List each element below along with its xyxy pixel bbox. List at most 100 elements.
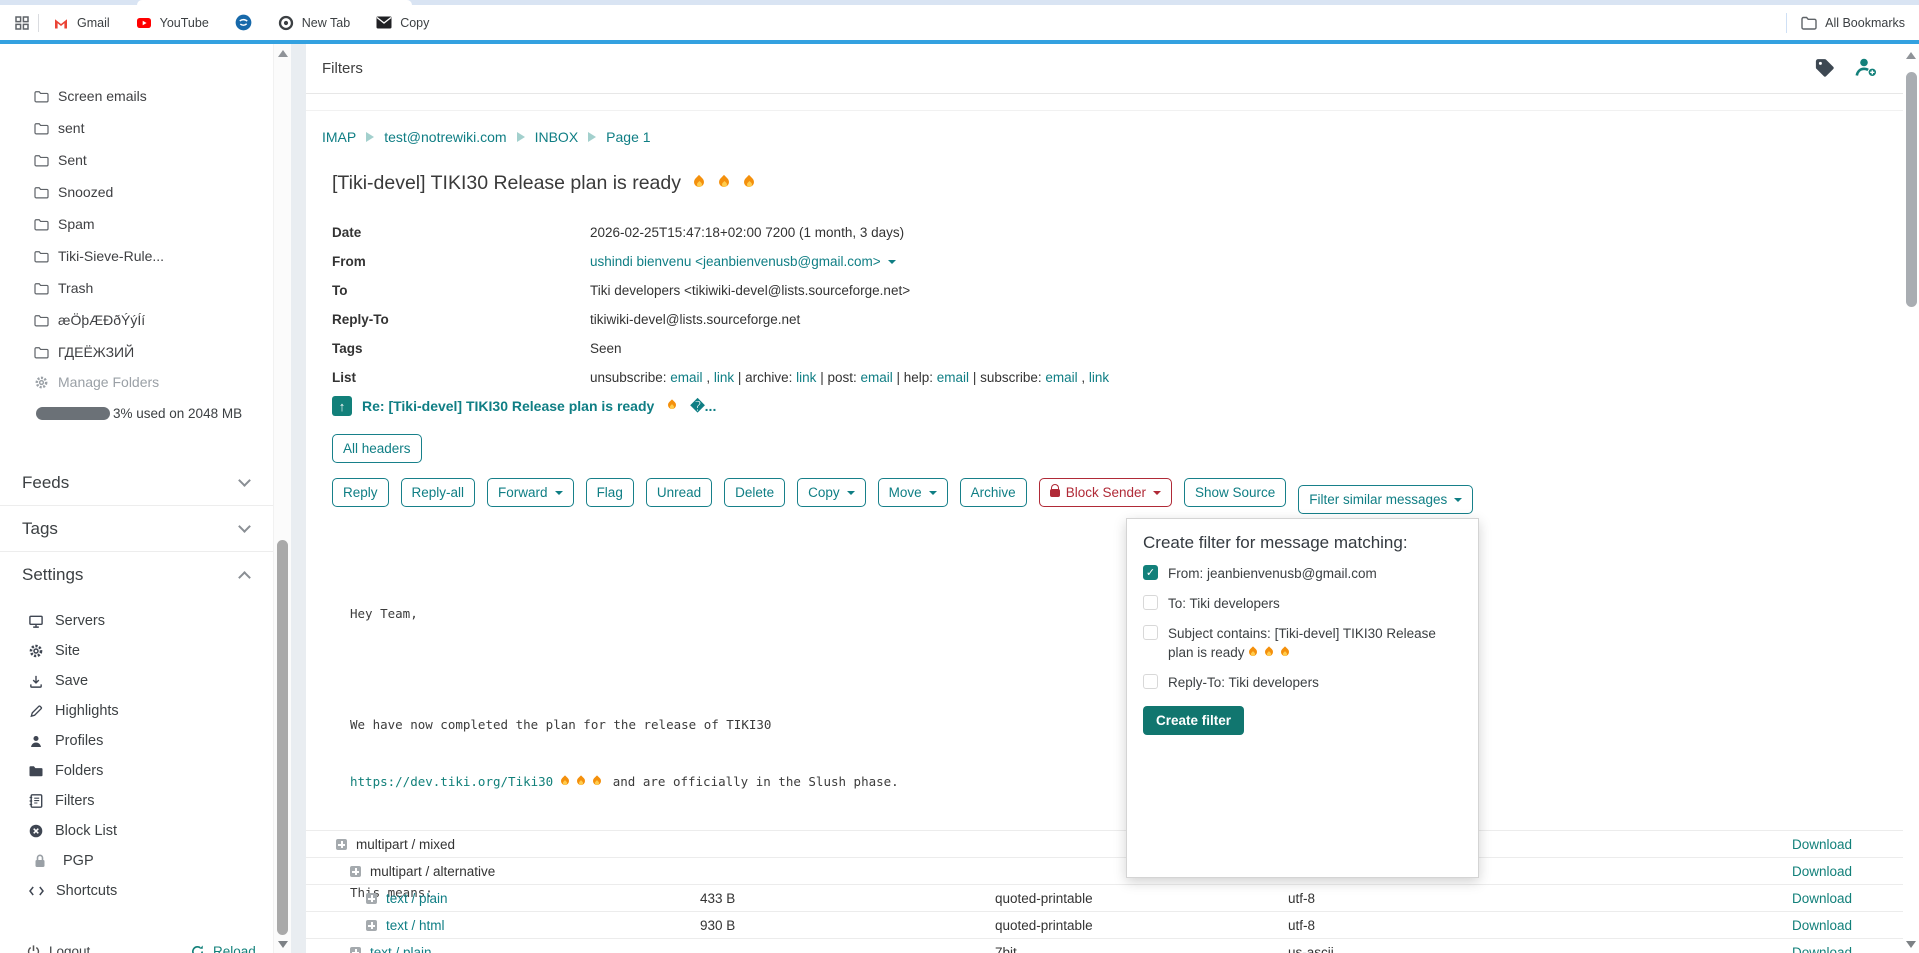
bookmark-new-tab[interactable]: New Tab [278, 15, 350, 31]
scroll-up-arrow[interactable] [1906, 52, 1916, 59]
filter-option-subject[interactable]: Subject contains: [Tiki-devel] TIKI30 Re… [1143, 624, 1462, 662]
reply-button[interactable]: Reply [332, 478, 389, 507]
sidebar-scrollbar-thumb[interactable] [277, 540, 288, 935]
sidebar-folder-trash[interactable]: Trash [34, 272, 93, 304]
logout-button[interactable]: Logout [26, 938, 90, 953]
main-scrollbar[interactable] [1903, 44, 1919, 953]
settings-item-profiles[interactable]: Profiles [28, 726, 103, 756]
tag-icon[interactable] [1814, 57, 1836, 79]
power-icon [26, 944, 41, 953]
apps-grid-icon[interactable] [14, 15, 30, 31]
tiki-release-link[interactable]: https://dev.tiki.org/Tiki30 [350, 772, 553, 791]
checkbox-unchecked[interactable] [1143, 595, 1158, 610]
expand-icon[interactable] [350, 947, 361, 953]
settings-item-filters[interactable]: Filters [28, 786, 94, 816]
sidebar-folder-snoozed[interactable]: Snoozed [34, 176, 113, 208]
archive-button[interactable]: Archive [960, 478, 1027, 507]
delete-button[interactable]: Delete [724, 478, 785, 507]
block-sender-button[interactable]: Block Sender [1039, 478, 1172, 507]
fire-icon [667, 400, 677, 412]
move-button[interactable]: Move [878, 478, 948, 507]
list-subscribe-email-link[interactable]: email [1045, 370, 1077, 385]
part-name: multipart / mixed [356, 837, 455, 852]
breadcrumb-inbox[interactable]: INBOX [535, 129, 579, 145]
sidebar-folder-icelandic[interactable]: æÖþÆÐðÝýÍí [34, 304, 145, 336]
settings-item-shortcuts[interactable]: Shortcuts [28, 876, 117, 906]
settings-item-save[interactable]: Save [28, 666, 88, 696]
button-label: Block Sender [1066, 485, 1146, 500]
bookmark-youtube[interactable]: YouTube [136, 15, 209, 31]
sidebar-folder-sent[interactable]: Sent [34, 144, 87, 176]
list-unsubscribe-link[interactable]: link [714, 370, 734, 385]
from-address-link[interactable]: ushindi bienvenu <jeanbienvenusb@gmail.c… [590, 254, 881, 269]
checkbox-unchecked[interactable] [1143, 625, 1158, 640]
part-name-link[interactable]: text / plain [370, 945, 432, 953]
show-source-button[interactable]: Show Source [1184, 478, 1286, 507]
list-unsubscribe-email-link[interactable]: email [670, 370, 702, 385]
expand-icon[interactable] [350, 866, 361, 877]
bookmark-tiki[interactable] [235, 14, 252, 31]
section-feeds[interactable]: Feeds [0, 460, 273, 506]
main-scrollbar-thumb[interactable] [1906, 72, 1917, 307]
sidebar-folder-sent-lower[interactable]: sent [34, 112, 84, 144]
download-link[interactable]: Download [1792, 831, 1852, 858]
caret-down-icon[interactable] [888, 260, 896, 264]
flag-button[interactable]: Flag [586, 478, 634, 507]
section-tags[interactable]: Tags [0, 506, 273, 552]
settings-item-site[interactable]: Site [28, 636, 80, 666]
sidebar-folder-tiki-sieve[interactable]: Tiki-Sieve-Rule... [34, 240, 164, 272]
download-link[interactable]: Download [1792, 885, 1852, 912]
list-help-email-link[interactable]: email [937, 370, 969, 385]
list-post-email-link[interactable]: email [860, 370, 892, 385]
header-value: Tiki developers <tikiwiki-devel@lists.so… [590, 283, 910, 298]
sidebar-folder-screen-emails[interactable]: Screen emails [34, 80, 147, 112]
reply-all-button[interactable]: Reply-all [401, 478, 476, 507]
filter-option-from[interactable]: ✓ From: jeanbienvenusb@gmail.com [1143, 564, 1462, 583]
bookmark-gmail[interactable]: Gmail [53, 15, 110, 31]
sidebar-scrollbar[interactable] [273, 44, 291, 953]
scroll-down-arrow[interactable] [278, 941, 288, 948]
settings-item-pgp[interactable]: PGP [32, 846, 94, 876]
create-filter-button[interactable]: Create filter [1143, 706, 1244, 735]
settings-item-servers[interactable]: Servers [28, 606, 105, 636]
download-link[interactable]: Download [1792, 912, 1852, 939]
folder-label: Tiki-Sieve-Rule... [58, 248, 164, 264]
settings-item-highlights[interactable]: Highlights [28, 696, 119, 726]
list-subscribe-link[interactable]: link [1089, 370, 1109, 385]
settings-item-block-list[interactable]: Block List [28, 816, 117, 846]
breadcrumb-imap[interactable]: IMAP [322, 129, 356, 145]
all-bookmarks-button[interactable]: All Bookmarks [1801, 16, 1905, 30]
reload-button[interactable]: Reload [190, 938, 256, 953]
filter-option-reply-to[interactable]: Reply-To: Tiki developers [1143, 673, 1462, 692]
scroll-down-arrow[interactable] [1906, 941, 1916, 948]
checkbox-unchecked[interactable] [1143, 674, 1158, 689]
part-name-link[interactable]: text / html [386, 918, 445, 933]
part-name-link[interactable]: text / plain [386, 891, 448, 906]
expand-icon[interactable] [336, 839, 347, 850]
all-headers-button[interactable]: All headers [332, 434, 422, 463]
checkbox-checked[interactable]: ✓ [1143, 565, 1158, 580]
section-settings[interactable]: Settings [0, 552, 273, 598]
filter-option-to[interactable]: To: Tiki developers [1143, 594, 1462, 613]
manage-folders-button[interactable]: Manage Folders [34, 366, 159, 398]
download-link[interactable]: Download [1792, 858, 1852, 885]
sidebar-folder-spam[interactable]: Spam [34, 208, 95, 240]
download-link[interactable]: Download [1792, 939, 1852, 953]
copy-button[interactable]: Copy [797, 478, 866, 507]
unread-button[interactable]: Unread [646, 478, 712, 507]
forward-button[interactable]: Forward [487, 478, 574, 507]
scroll-up-arrow[interactable] [278, 50, 288, 57]
thread-reply-link[interactable]: ↑ Re: [Tiki-devel] TIKI30 Release plan i… [332, 396, 716, 416]
add-contact-icon[interactable] [1854, 56, 1879, 79]
breadcrumb-page[interactable]: Page 1 [606, 129, 650, 145]
bookmark-label: Gmail [77, 16, 110, 30]
expand-icon[interactable] [366, 920, 377, 931]
settings-item-folders[interactable]: Folders [28, 756, 103, 786]
list-archive-link[interactable]: link [796, 370, 816, 385]
sidebar-folder-cyrillic[interactable]: ГДЕЁЖЗИЙ [34, 336, 134, 368]
filter-similar-messages-button[interactable]: Filter similar messages [1298, 485, 1473, 514]
up-arrow-icon: ↑ [332, 396, 352, 416]
bookmark-copy[interactable]: Copy [376, 16, 429, 30]
breadcrumb-account[interactable]: test@notrewiki.com [384, 129, 506, 145]
expand-icon[interactable] [366, 893, 377, 904]
